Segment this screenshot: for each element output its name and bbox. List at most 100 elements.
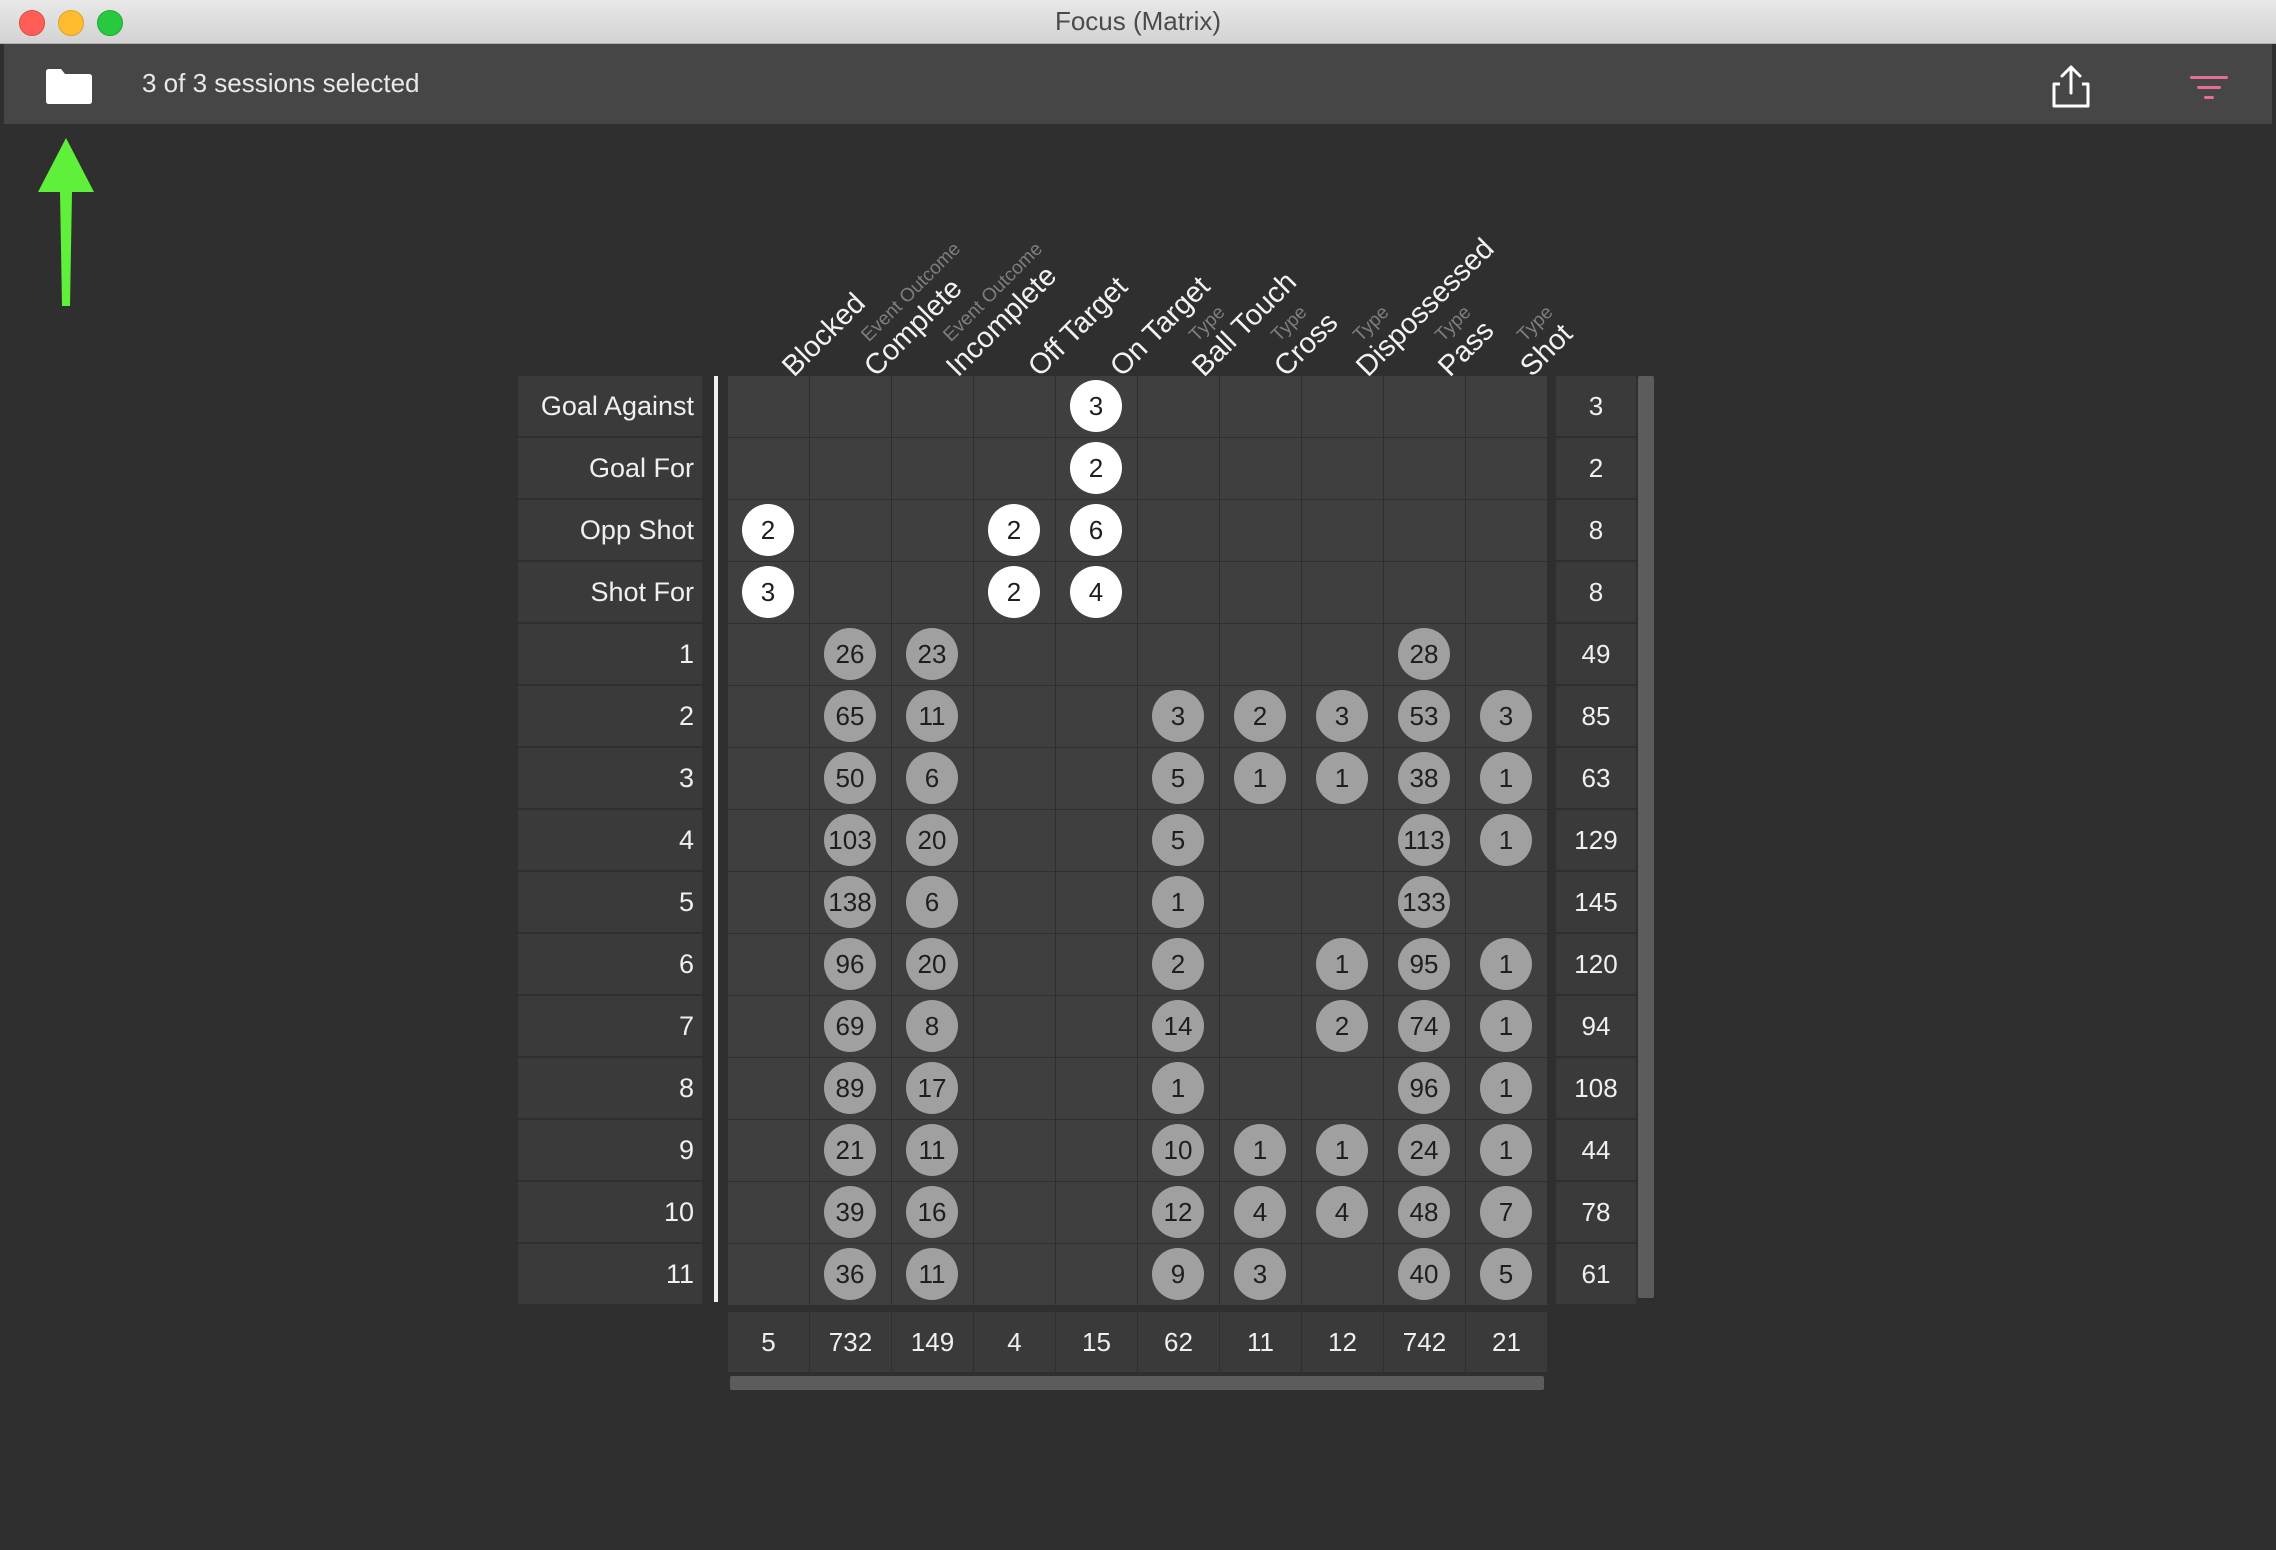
count-bubble[interactable]: 4 (1234, 1186, 1286, 1238)
matrix-cell[interactable] (892, 500, 973, 561)
matrix-cell[interactable] (1302, 810, 1383, 871)
matrix-cell[interactable] (728, 748, 809, 809)
matrix-cell[interactable] (1056, 1120, 1137, 1181)
matrix-cell[interactable]: 113 (1384, 810, 1465, 871)
count-bubble[interactable]: 9 (1152, 1248, 1204, 1300)
count-bubble[interactable]: 48 (1398, 1186, 1450, 1238)
matrix-cell[interactable]: 50 (810, 748, 891, 809)
matrix-cell[interactable] (1302, 376, 1383, 437)
matrix-cell[interactable]: 5 (1138, 748, 1219, 809)
matrix-cell[interactable] (1466, 872, 1547, 933)
matrix-cell[interactable]: 20 (892, 934, 973, 995)
matrix-cell[interactable]: 16 (892, 1182, 973, 1243)
matrix-cell[interactable]: 12 (1138, 1182, 1219, 1243)
matrix-cell[interactable] (974, 624, 1055, 685)
column-header-blocked[interactable]: Blocked (762, 273, 872, 383)
matrix-cell[interactable]: 3 (1138, 686, 1219, 747)
row-label[interactable]: 8 (518, 1058, 702, 1118)
count-bubble[interactable]: 6 (1070, 504, 1122, 556)
count-bubble[interactable]: 2 (1152, 938, 1204, 990)
matrix-cell[interactable] (1466, 376, 1547, 437)
matrix-cell[interactable]: 3 (1056, 376, 1137, 437)
matrix-cell[interactable]: 8 (892, 996, 973, 1057)
matrix-cell[interactable] (1220, 624, 1301, 685)
count-bubble[interactable]: 65 (824, 690, 876, 742)
matrix-cell[interactable] (728, 1182, 809, 1243)
count-bubble[interactable]: 16 (906, 1186, 958, 1238)
count-bubble[interactable]: 28 (1398, 628, 1450, 680)
matrix-cell[interactable]: 11 (892, 1120, 973, 1181)
matrix-cell[interactable]: 1 (1302, 1120, 1383, 1181)
matrix-cell[interactable]: 103 (810, 810, 891, 871)
count-bubble[interactable]: 69 (824, 1000, 876, 1052)
matrix-cell[interactable]: 38 (1384, 748, 1465, 809)
matrix-cell[interactable]: 48 (1384, 1182, 1465, 1243)
count-bubble[interactable]: 2 (1070, 442, 1122, 494)
matrix-cell[interactable] (728, 1058, 809, 1119)
matrix-cell[interactable]: 28 (1384, 624, 1465, 685)
matrix-cell[interactable] (974, 1120, 1055, 1181)
count-bubble[interactable]: 14 (1152, 1000, 1204, 1052)
matrix-cell[interactable] (974, 438, 1055, 499)
matrix-cell[interactable]: 6 (892, 748, 973, 809)
matrix-cell[interactable]: 1 (1302, 748, 1383, 809)
matrix-cell[interactable]: 1 (1466, 996, 1547, 1057)
matrix-cell[interactable]: 2 (1056, 438, 1137, 499)
matrix-cell[interactable]: 3 (1302, 686, 1383, 747)
matrix-cell[interactable] (974, 686, 1055, 747)
matrix-cell[interactable]: 23 (892, 624, 973, 685)
matrix-cell[interactable]: 74 (1384, 996, 1465, 1057)
row-label[interactable]: 7 (518, 996, 702, 1056)
matrix-cell[interactable]: 2 (974, 562, 1055, 623)
matrix-cell[interactable] (1056, 748, 1137, 809)
count-bubble[interactable]: 1 (1480, 814, 1532, 866)
count-bubble[interactable]: 10 (1152, 1124, 1204, 1176)
matrix-cell[interactable]: 1 (1466, 934, 1547, 995)
count-bubble[interactable]: 6 (906, 752, 958, 804)
count-bubble[interactable]: 133 (1398, 876, 1450, 928)
matrix-cell[interactable] (974, 1182, 1055, 1243)
matrix-cell[interactable] (974, 996, 1055, 1057)
matrix-cell[interactable]: 1 (1138, 1058, 1219, 1119)
count-bubble[interactable]: 40 (1398, 1248, 1450, 1300)
count-bubble[interactable]: 12 (1152, 1186, 1204, 1238)
count-bubble[interactable]: 1 (1480, 1062, 1532, 1114)
matrix-cell[interactable]: 53 (1384, 686, 1465, 747)
count-bubble[interactable]: 3 (742, 566, 794, 618)
count-bubble[interactable]: 138 (824, 876, 876, 928)
matrix-cell[interactable]: 4 (1220, 1182, 1301, 1243)
matrix-cell[interactable] (1302, 1058, 1383, 1119)
count-bubble[interactable]: 7 (1480, 1186, 1532, 1238)
count-bubble[interactable]: 103 (824, 814, 876, 866)
matrix-cell[interactable] (810, 438, 891, 499)
matrix-cell[interactable] (1056, 996, 1137, 1057)
matrix-cell[interactable] (1466, 624, 1547, 685)
row-label[interactable]: 5 (518, 872, 702, 932)
count-bubble[interactable]: 8 (906, 1000, 958, 1052)
count-bubble[interactable]: 1 (1480, 1124, 1532, 1176)
matrix-cell[interactable]: 2 (974, 500, 1055, 561)
matrix-cell[interactable]: 21 (810, 1120, 891, 1181)
vertical-scrollbar[interactable] (1638, 376, 1654, 1298)
matrix-cell[interactable]: 36 (810, 1244, 891, 1305)
matrix-cell[interactable]: 2 (1302, 996, 1383, 1057)
count-bubble[interactable]: 89 (824, 1062, 876, 1114)
count-bubble[interactable]: 53 (1398, 690, 1450, 742)
row-label[interactable]: 11 (518, 1244, 702, 1304)
count-bubble[interactable]: 1 (1316, 752, 1368, 804)
matrix-cell[interactable]: 2 (1220, 686, 1301, 747)
matrix-cell[interactable]: 11 (892, 1244, 973, 1305)
matrix-cell[interactable]: 10 (1138, 1120, 1219, 1181)
matrix-cell[interactable] (974, 748, 1055, 809)
count-bubble[interactable]: 4 (1070, 566, 1122, 618)
matrix-cell[interactable] (1302, 562, 1383, 623)
matrix-cell[interactable] (810, 500, 891, 561)
count-bubble[interactable]: 1 (1152, 876, 1204, 928)
matrix-cell[interactable] (1138, 376, 1219, 437)
row-label[interactable]: 9 (518, 1120, 702, 1180)
matrix-cell[interactable]: 96 (1384, 1058, 1465, 1119)
count-bubble[interactable]: 2 (1316, 1000, 1368, 1052)
count-bubble[interactable]: 1 (1480, 938, 1532, 990)
matrix-cell[interactable]: 11 (892, 686, 973, 747)
count-bubble[interactable]: 96 (1398, 1062, 1450, 1114)
